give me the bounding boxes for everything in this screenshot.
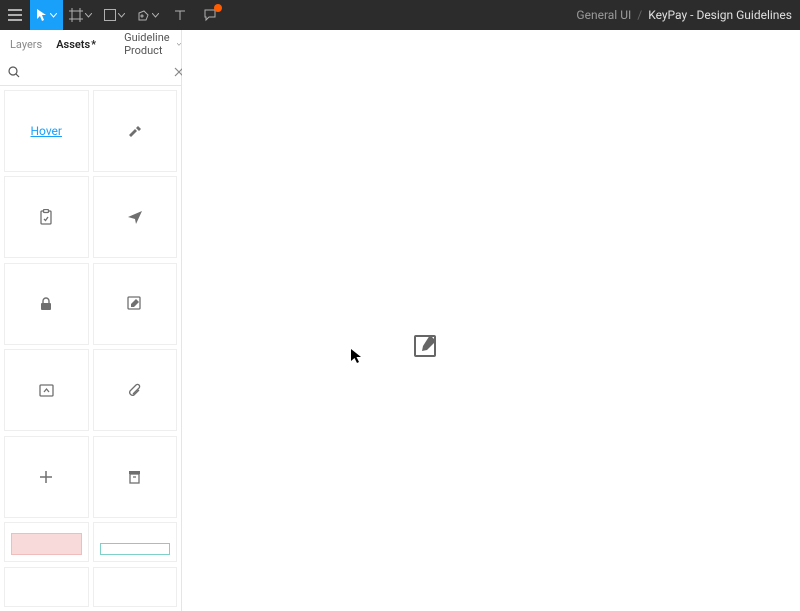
hamburger-icon (8, 9, 22, 21)
breadcrumb-separator: / (637, 8, 642, 22)
pen-icon (137, 9, 150, 22)
shape-tool-button[interactable] (98, 0, 131, 30)
breadcrumb-project[interactable]: General UI (576, 8, 631, 22)
chevron-down-icon (50, 13, 57, 18)
cursor-icon (36, 8, 48, 22)
asset-hammer[interactable] (93, 90, 178, 172)
canvas-edit-component[interactable] (414, 333, 440, 359)
asset-archive[interactable] (93, 436, 178, 518)
chevron-down-icon (85, 13, 92, 18)
asset-clipboard[interactable] (4, 176, 89, 258)
asset-edit[interactable] (93, 263, 178, 345)
breadcrumb: General UI / KeyPay - Design Guidelines (576, 8, 800, 22)
asset-attachment[interactable] (93, 349, 178, 431)
notification-dot (214, 4, 222, 12)
frame-icon (69, 8, 83, 22)
tab-assets[interactable]: Assets* (56, 38, 96, 51)
frame-tool-button[interactable] (63, 0, 98, 30)
hammer-icon (127, 123, 143, 139)
asset-lock[interactable] (4, 263, 89, 345)
paperclip-icon (127, 383, 142, 398)
chevron-down-icon (152, 13, 159, 18)
chevron-down-icon (177, 42, 181, 47)
asset-placeholder-1[interactable] (4, 567, 89, 607)
top-toolbar: General UI / KeyPay - Design Guidelines (0, 0, 800, 30)
tab-layers[interactable]: Layers (10, 38, 42, 51)
plus-icon (39, 470, 53, 484)
page-selector-label: Guideline Product (124, 31, 173, 57)
panel-icon (39, 384, 54, 397)
asset-placeholder-2[interactable] (93, 567, 178, 607)
assets-grid: Hover (0, 86, 181, 611)
move-tool-button[interactable] (30, 0, 63, 30)
asset-hover-label: Hover (31, 124, 62, 138)
search-icon[interactable] (8, 63, 20, 81)
asset-search-row (0, 58, 181, 86)
canvas[interactable] (182, 30, 800, 611)
page-selector[interactable]: Guideline Product (124, 31, 181, 57)
asset-plane[interactable] (93, 176, 178, 258)
asset-alert-teal[interactable] (93, 522, 178, 562)
comment-tool-button[interactable] (195, 0, 225, 30)
cursor-pointer (350, 348, 362, 364)
asset-hover[interactable]: Hover (4, 90, 89, 172)
tab-assets-label: Assets (56, 38, 90, 51)
search-input[interactable] (26, 66, 168, 78)
archive-icon (128, 470, 141, 484)
left-sidebar: Layers Assets* Guideline Product (0, 30, 182, 611)
alert-swatch-teal (100, 543, 171, 555)
airplane-icon (127, 209, 143, 225)
asset-add[interactable] (4, 436, 89, 518)
alert-swatch-red (11, 533, 82, 555)
assets-unsaved-indicator: * (91, 38, 96, 51)
asset-panel[interactable] (4, 349, 89, 431)
text-tool-button[interactable] (165, 0, 195, 30)
chevron-down-icon (118, 13, 125, 18)
rectangle-icon (104, 9, 116, 21)
panel-tabs: Layers Assets* Guideline Product (0, 30, 181, 58)
text-icon (174, 9, 186, 21)
asset-alert-red[interactable] (4, 522, 89, 562)
lock-icon (40, 297, 52, 311)
breadcrumb-file[interactable]: KeyPay - Design Guidelines (648, 8, 792, 22)
clipboard-icon (39, 209, 53, 225)
menu-button[interactable] (0, 0, 30, 30)
pen-tool-button[interactable] (131, 0, 165, 30)
edit-icon (127, 296, 142, 311)
